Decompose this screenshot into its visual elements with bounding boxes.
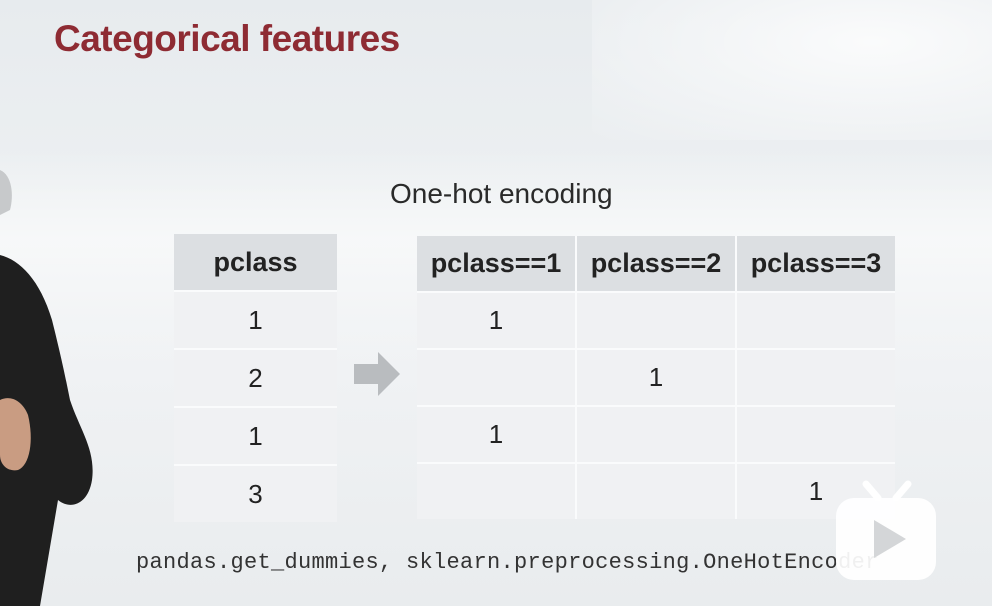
onehot-cell bbox=[575, 291, 735, 348]
onehot-header: pclass==2 bbox=[575, 236, 735, 291]
right-arrow-icon bbox=[354, 352, 400, 396]
onehot-header: pclass==1 bbox=[417, 236, 575, 291]
onehot-cell bbox=[735, 291, 895, 348]
pclass-cell: 1 bbox=[174, 406, 337, 464]
slide-title: Categorical features bbox=[54, 18, 400, 59]
onehot-cell bbox=[575, 462, 735, 519]
slide-subtitle: One-hot encoding bbox=[390, 178, 613, 209]
pclass-cell: 1 bbox=[174, 290, 337, 348]
background-glow bbox=[592, 0, 992, 140]
onehot-cell bbox=[417, 462, 575, 519]
onehot-cell bbox=[735, 348, 895, 405]
play-icon[interactable] bbox=[830, 480, 942, 584]
onehot-cell bbox=[735, 405, 895, 462]
pclass-cell: 2 bbox=[174, 348, 337, 406]
code-reference: pandas.get_dummies, sklearn.preprocessin… bbox=[136, 550, 879, 575]
pclass-table: pclass 1 2 1 3 bbox=[174, 234, 337, 522]
onehot-cell bbox=[417, 348, 575, 405]
onehot-cell bbox=[575, 405, 735, 462]
pclass-cell: 3 bbox=[174, 464, 337, 522]
onehot-cell: 1 bbox=[575, 348, 735, 405]
onehot-cell: 1 bbox=[417, 405, 575, 462]
pclass-header: pclass bbox=[174, 234, 337, 290]
onehot-header: pclass==3 bbox=[735, 236, 895, 291]
onehot-cell: 1 bbox=[417, 291, 575, 348]
onehot-table: pclass==1 pclass==2 pclass==3 1 1 1 1 bbox=[417, 236, 895, 519]
